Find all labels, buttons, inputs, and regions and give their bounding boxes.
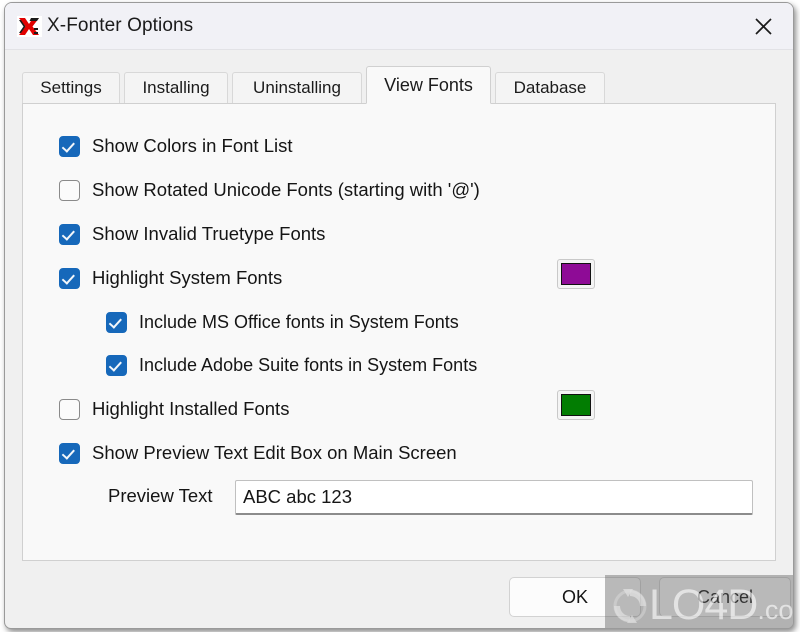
- checkbox-checked-icon[interactable]: [106, 354, 127, 376]
- preview-text-input[interactable]: [235, 480, 753, 515]
- x-fonter-logo-icon: [17, 14, 42, 39]
- option-label: Include MS Office fonts in System Fonts: [139, 311, 459, 332]
- options-dialog-window: X-Fonter Options Settings Installing Uni…: [4, 2, 794, 629]
- checkbox-checked-icon[interactable]: [59, 135, 80, 157]
- tab-installing[interactable]: Installing: [124, 72, 228, 103]
- checkbox-checked-icon[interactable]: [59, 223, 80, 245]
- option-label: Highlight Installed Fonts: [92, 398, 290, 419]
- window-title: X-Fonter Options: [47, 15, 194, 36]
- preview-text-label: Preview Text: [108, 485, 213, 506]
- option-label: Show Colors in Font List: [92, 135, 293, 156]
- checkbox-checked-icon[interactable]: [59, 442, 80, 464]
- swatch-color-fill: [561, 394, 591, 416]
- ok-button[interactable]: OK: [509, 577, 641, 617]
- checkbox-checked-icon[interactable]: [106, 311, 127, 333]
- close-icon[interactable]: [741, 7, 785, 45]
- option-show-preview-text-edit-box[interactable]: Show Preview Text Edit Box on Main Scree…: [59, 440, 457, 466]
- swatch-color-fill: [561, 263, 591, 285]
- tab-settings[interactable]: Settings: [22, 72, 120, 103]
- system-fonts-color-swatch[interactable]: [557, 259, 595, 289]
- checkbox-unchecked-icon[interactable]: [59, 179, 80, 201]
- option-show-invalid-truetype-fonts[interactable]: Show Invalid Truetype Fonts: [59, 221, 325, 247]
- checkbox-unchecked-icon[interactable]: [59, 398, 80, 420]
- tab-uninstalling[interactable]: Uninstalling: [232, 72, 362, 103]
- cancel-button[interactable]: Cancel: [659, 577, 791, 617]
- option-show-colors-in-font-list[interactable]: Show Colors in Font List: [59, 133, 293, 159]
- option-show-rotated-unicode-fonts[interactable]: Show Rotated Unicode Fonts (starting wit…: [59, 177, 480, 203]
- tab-view-fonts[interactable]: View Fonts: [366, 66, 491, 104]
- option-label: Show Preview Text Edit Box on Main Scree…: [92, 442, 457, 463]
- checkbox-checked-icon[interactable]: [59, 267, 80, 289]
- installed-fonts-color-swatch[interactable]: [557, 390, 595, 420]
- tab-database[interactable]: Database: [495, 72, 605, 103]
- option-include-adobe-suite-fonts[interactable]: Include Adobe Suite fonts in System Font…: [106, 352, 477, 378]
- option-highlight-system-fonts[interactable]: Highlight System Fonts: [59, 265, 282, 291]
- option-highlight-installed-fonts[interactable]: Highlight Installed Fonts: [59, 396, 289, 422]
- option-label: Include Adobe Suite fonts in System Font…: [139, 354, 478, 375]
- title-bar: X-Fonter Options: [5, 3, 793, 50]
- option-label: Highlight System Fonts: [92, 267, 283, 288]
- option-label: Show Invalid Truetype Fonts: [92, 223, 326, 244]
- option-label: Show Rotated Unicode Fonts (starting wit…: [92, 179, 480, 200]
- option-include-ms-office-fonts[interactable]: Include MS Office fonts in System Fonts: [106, 309, 459, 335]
